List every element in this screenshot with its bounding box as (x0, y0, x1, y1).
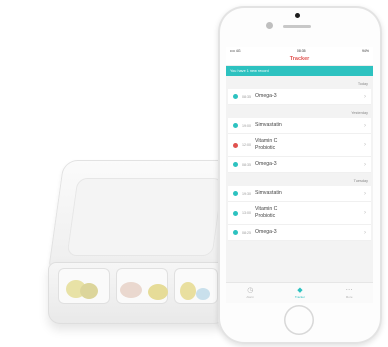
clock-icon: ◷ (247, 287, 254, 294)
medication-row[interactable]: 19:30 Simvastatin › (228, 186, 371, 202)
medication-name: Vitamin C (255, 138, 278, 144)
status-dot-icon (233, 123, 238, 128)
medication-names: Omega-3 (255, 93, 277, 100)
medication-names: Vitamin C Probiotic (255, 206, 277, 220)
dose-time: 19:00 (242, 123, 251, 128)
day-header: Today (357, 82, 368, 86)
chevron-right-icon: › (364, 161, 366, 168)
more-icon: ⋯ (345, 287, 353, 294)
pill (196, 288, 210, 300)
status-dot-icon (233, 142, 238, 148)
pillbox-lid-inner (66, 178, 224, 256)
app-screen: •••• 4G 08:35 94% Tracker You have 1 new… (226, 47, 373, 303)
medication-name: Omega-3 (255, 161, 277, 167)
tab-more[interactable]: ⋯ More (346, 287, 353, 299)
medication-name: Probiotic (255, 213, 276, 219)
tracker-list: Today 08:35 Omega-3 › Yesterday 19:00 Simvasta… (226, 76, 373, 241)
medication-row[interactable]: 13:00 Vitamin C Probiotic › (228, 202, 371, 225)
day-card: 19:00 Simvastatin › 12:00 Vitamin C Probiotic… (228, 118, 371, 173)
status-dot-icon (233, 210, 238, 216)
medication-names: Omega-3 (255, 161, 277, 168)
day-card: 19:30 Simvastatin › 13:00 Vitamin C Probiotic… (228, 186, 371, 241)
medication-row[interactable]: 08:25 Omega-3 › (228, 225, 371, 241)
pill (148, 284, 168, 300)
medication-name: Vitamin C (255, 206, 278, 212)
medication-name: Omega-3 (255, 93, 277, 99)
medication-names: Omega-3 (255, 229, 277, 236)
tab-label: Tracker (294, 295, 305, 299)
dose-time: 12:00 (242, 143, 251, 147)
medication-row[interactable]: 19:00 Simvastatin › (228, 118, 371, 134)
status-dot-icon (233, 94, 238, 99)
medication-name: Probiotic (255, 145, 276, 151)
day-header: Tuesday (353, 179, 368, 183)
day-card: 08:35 Omega-3 › (228, 89, 371, 105)
tab-label: Alarm (246, 295, 255, 299)
chevron-right-icon: › (364, 142, 366, 148)
status-dot-icon (233, 191, 238, 196)
dose-time: 08:25 (242, 230, 251, 235)
tab-bar: ◷ Alarm ◆ Tracker ⋯ More (226, 282, 373, 303)
medication-names: Simvastatin (255, 122, 282, 129)
chevron-right-icon: › (364, 122, 366, 129)
pill (80, 283, 98, 299)
tab-alarm[interactable]: ◷ Alarm (246, 287, 254, 299)
medication-name: Simvastatin (255, 190, 282, 196)
status-bar: •••• 4G 08:35 94% (226, 47, 373, 54)
status-dot-icon (233, 162, 238, 167)
dose-time: 08:35 (242, 94, 251, 99)
nav-title: Tracker (226, 54, 373, 66)
phone-camera (266, 22, 273, 29)
tab-tracker[interactable]: ◆ Tracker (295, 287, 305, 299)
medication-name: Omega-3 (255, 229, 277, 235)
medication-name: Simvastatin (255, 122, 282, 128)
medication-names: Simvastatin (255, 190, 282, 197)
medication-row[interactable]: 08:35 Omega-3 › (228, 157, 371, 173)
dose-time: 19:30 (242, 191, 251, 196)
tab-label: More (345, 295, 353, 299)
chevron-right-icon: › (364, 190, 366, 197)
battery-label: 94% (361, 48, 369, 53)
pill-icon: ◆ (297, 287, 303, 294)
chevron-right-icon: › (364, 210, 366, 216)
phone-speaker (283, 25, 311, 28)
notification-banner[interactable]: You have 1 new record (226, 66, 373, 76)
status-dot-icon (233, 230, 238, 235)
medication-row[interactable]: 08:35 Omega-3 › (228, 89, 371, 105)
dose-time: 13:00 (242, 211, 251, 215)
phone-sensor (295, 13, 300, 18)
dose-time: 08:35 (242, 162, 251, 167)
medication-names: Vitamin C Probiotic (255, 138, 277, 152)
chevron-right-icon: › (364, 93, 366, 100)
pill (180, 282, 196, 300)
medication-row[interactable]: 12:00 Vitamin C Probiotic › (228, 134, 371, 157)
clock-label: 08:35 (296, 48, 306, 53)
chevron-right-icon: › (364, 229, 366, 236)
day-header: Yesterday (351, 111, 368, 115)
carrier-label: •••• 4G (230, 48, 241, 53)
home-button[interactable] (284, 305, 314, 335)
pill (120, 282, 142, 298)
